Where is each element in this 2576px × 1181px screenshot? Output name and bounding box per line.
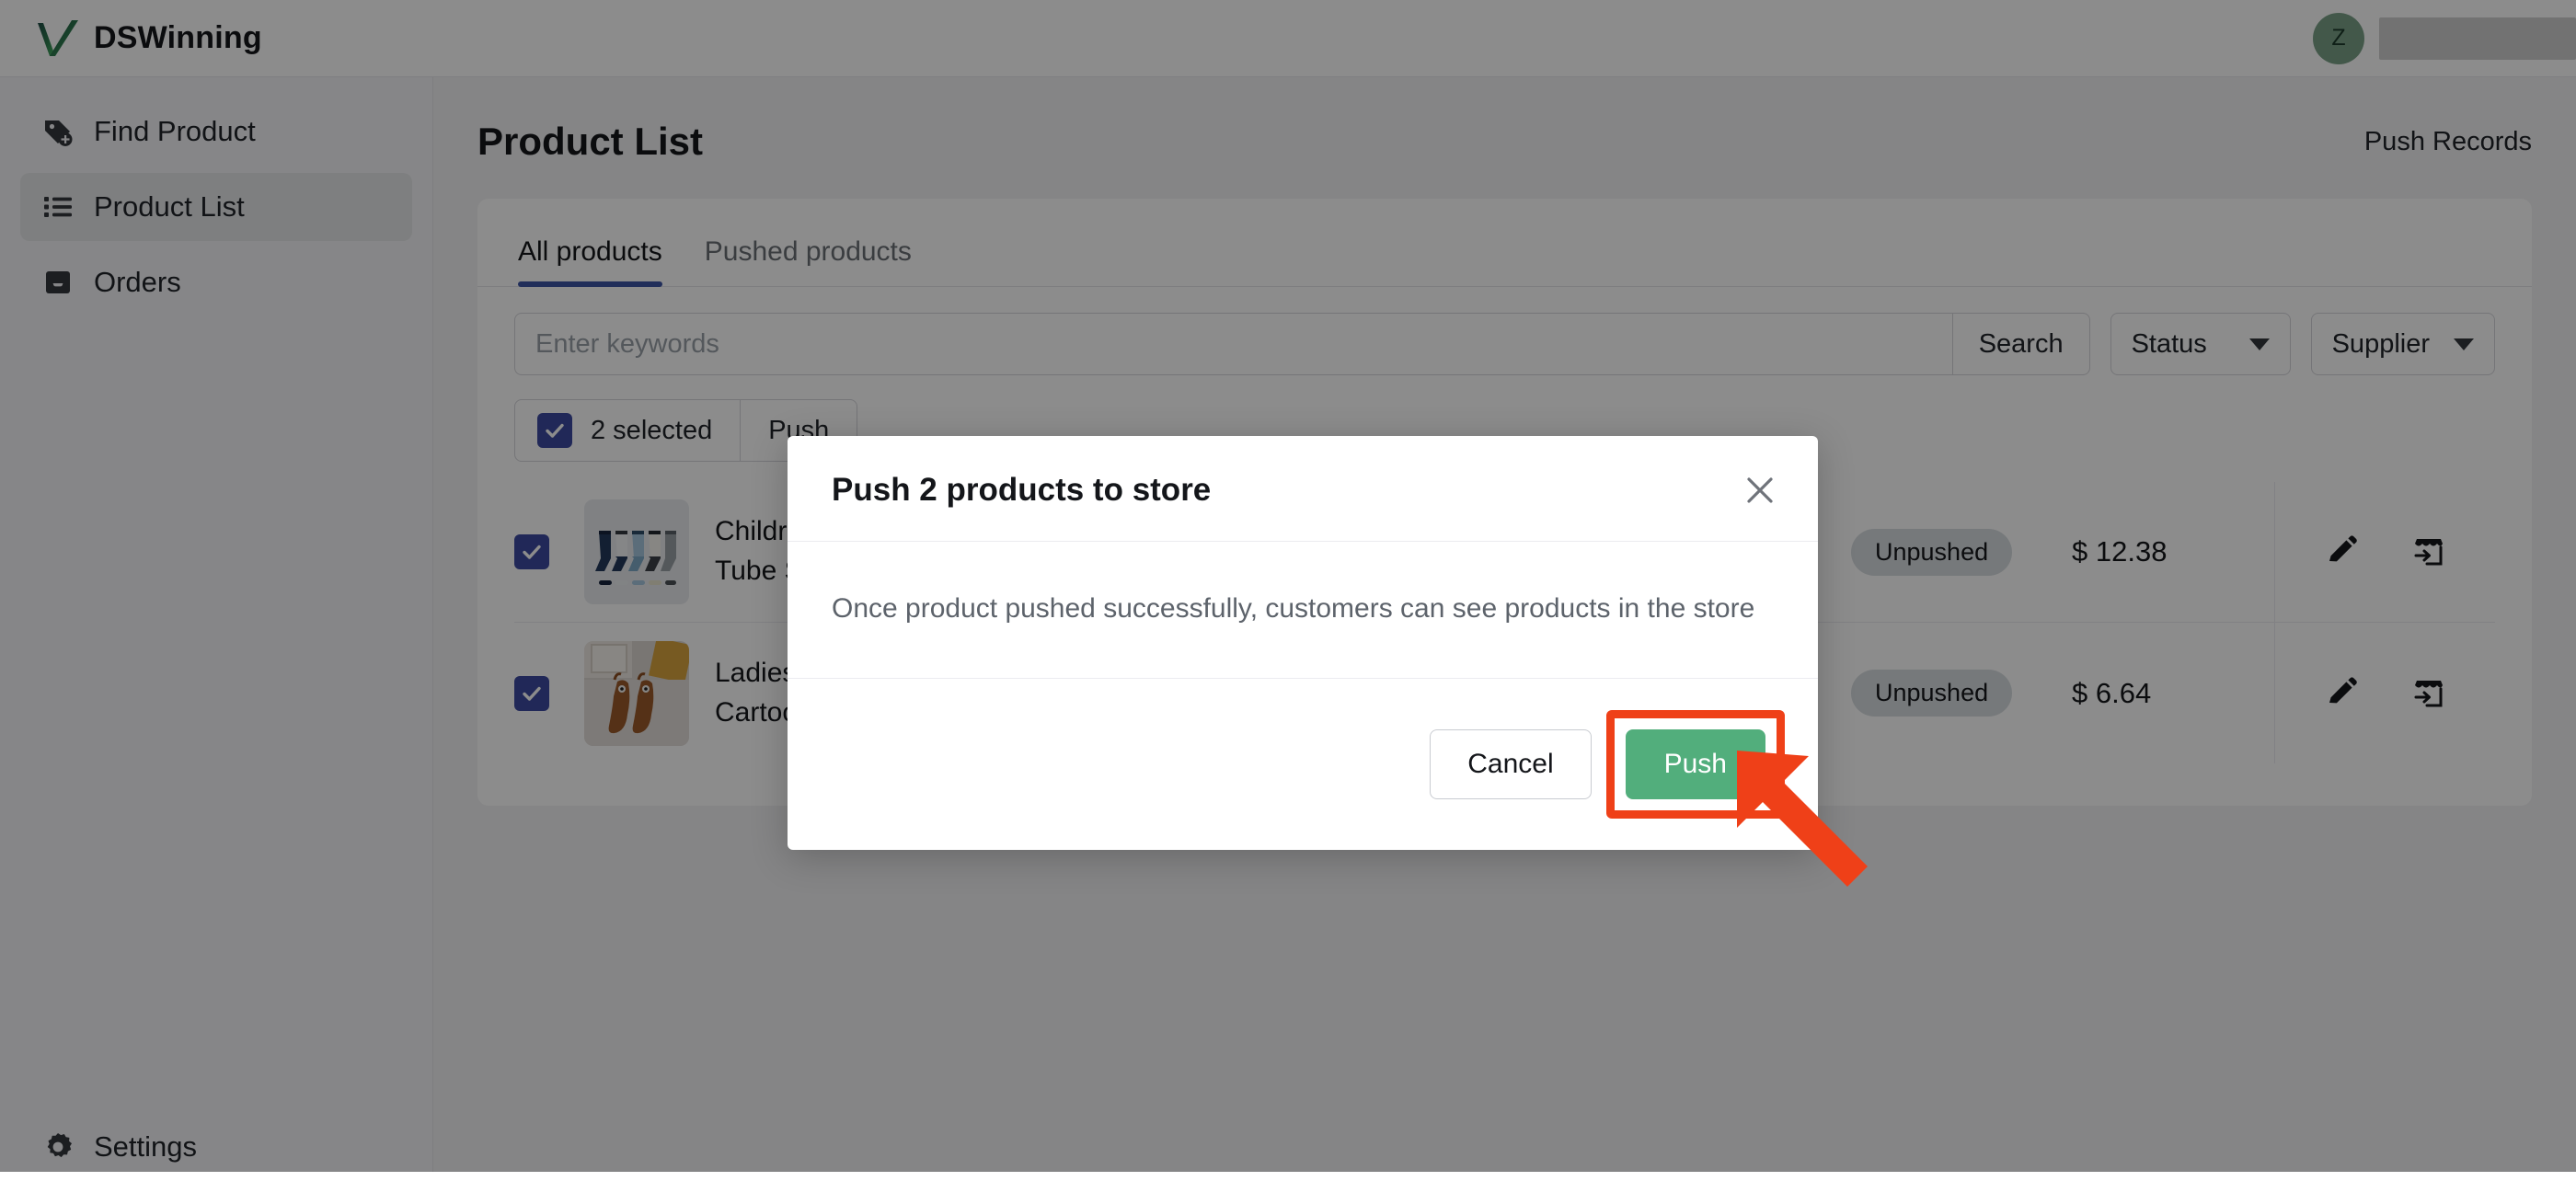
modal-header: Push 2 products to store [788, 436, 1818, 542]
push-button[interactable]: Push [1626, 729, 1765, 799]
modal-title: Push 2 products to store [832, 472, 1211, 509]
modal-message: Once product pushed successfully, custom… [832, 593, 1774, 625]
modal-body: Once product pushed successfully, custom… [788, 542, 1818, 679]
cancel-button[interactable]: Cancel [1430, 729, 1591, 799]
push-button-highlight: Push [1606, 710, 1785, 819]
close-icon[interactable] [1739, 469, 1781, 511]
modal-footer: Cancel Push [788, 679, 1818, 850]
push-products-modal: Push 2 products to store Once product pu… [788, 436, 1818, 850]
